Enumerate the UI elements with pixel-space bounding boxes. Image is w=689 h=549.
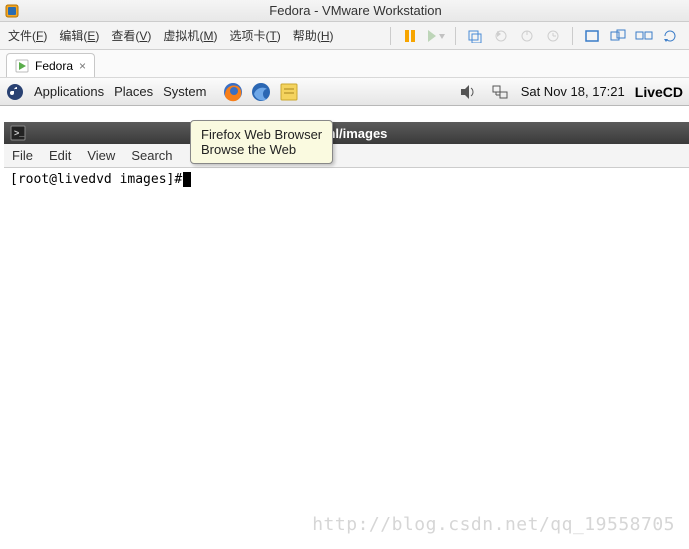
terminal-prompt: [root@livedvd images]# (10, 172, 182, 187)
close-icon[interactable]: × (79, 59, 86, 73)
unity-icon[interactable] (607, 26, 629, 46)
vm-power-on-icon (15, 59, 29, 73)
terminal-body[interactable]: [root@livedvd images]# (4, 168, 689, 528)
gnome-panel: Applications Places System Sat Nov 18, 1… (0, 78, 689, 106)
term-menu-edit[interactable]: Edit (49, 148, 71, 163)
terminal-titlebar[interactable]: >_ /usr/local/nginx/html/images (4, 122, 689, 144)
multimon-icon[interactable] (633, 26, 655, 46)
clock-icon[interactable] (542, 26, 564, 46)
menu-tabs[interactable]: 选项卡(T) (229, 27, 280, 44)
panel-livecd: LiveCD (635, 84, 683, 100)
cycle-icon[interactable] (659, 26, 681, 46)
gnome-places[interactable]: Places (114, 84, 153, 99)
menu-vm[interactable]: 虚拟机(M) (163, 27, 217, 44)
network-icon[interactable] (489, 81, 511, 103)
watermark: http://blog.csdn.net/qq_19558705 (312, 514, 675, 535)
svg-text:>_: >_ (14, 128, 25, 138)
term-menu-search[interactable]: Search (131, 148, 172, 163)
notes-icon[interactable] (278, 81, 300, 103)
vmware-icon (4, 3, 20, 19)
manage-snapshot-icon[interactable] (516, 26, 538, 46)
terminal-icon: >_ (10, 125, 26, 141)
pause-icon[interactable] (399, 26, 421, 46)
toolbar-separator (455, 27, 456, 45)
firefox-tooltip: Firefox Web Browser Browse the Web (190, 120, 333, 164)
term-menu-file[interactable]: File (12, 148, 33, 163)
snapshot-icon[interactable] (464, 26, 486, 46)
play-dropdown-icon[interactable] (425, 26, 447, 46)
tab-fedora[interactable]: Fedora × (6, 53, 95, 77)
sound-icon[interactable] (457, 81, 479, 103)
vmware-menubar: 文件(F) 编辑(E) 查看(V) 虚拟机(M) 选项卡(T) 帮助(H) (0, 22, 689, 50)
menu-file[interactable]: 文件(F) (8, 27, 47, 44)
window-title: Fedora - VMware Workstation (26, 3, 685, 18)
menu-edit[interactable]: 编辑(E) (59, 27, 99, 44)
terminal-cursor (183, 172, 191, 187)
fullscreen-icon[interactable] (581, 26, 603, 46)
gnome-system[interactable]: System (163, 84, 206, 99)
tooltip-line2: Browse the Web (201, 142, 322, 157)
vmware-titlebar: Fedora - VMware Workstation (0, 0, 689, 22)
menu-help[interactable]: 帮助(H) (293, 27, 334, 44)
term-menu-view[interactable]: View (87, 148, 115, 163)
firefox-icon[interactable] (222, 81, 244, 103)
vm-tabstrip: Fedora × (0, 50, 689, 78)
tab-label: Fedora (35, 59, 73, 73)
gnome-applications[interactable]: Applications (34, 84, 104, 99)
terminal-title-gap (32, 126, 213, 141)
tooltip-line1: Firefox Web Browser (201, 127, 322, 142)
toolbar-separator (390, 27, 391, 45)
fedora-logo-icon[interactable] (6, 83, 24, 101)
revert-icon[interactable] (490, 26, 512, 46)
terminal-window: >_ /usr/local/nginx/html/images File Edi… (4, 122, 689, 528)
panel-datetime[interactable]: Sat Nov 18, 17:21 (521, 84, 625, 99)
terminal-menubar: File Edit View Search (4, 144, 689, 168)
menu-view[interactable]: 查看(V) (111, 27, 151, 44)
vmware-toolbar (386, 26, 681, 46)
toolbar-separator (572, 27, 573, 45)
thunderbird-icon[interactable] (250, 81, 272, 103)
